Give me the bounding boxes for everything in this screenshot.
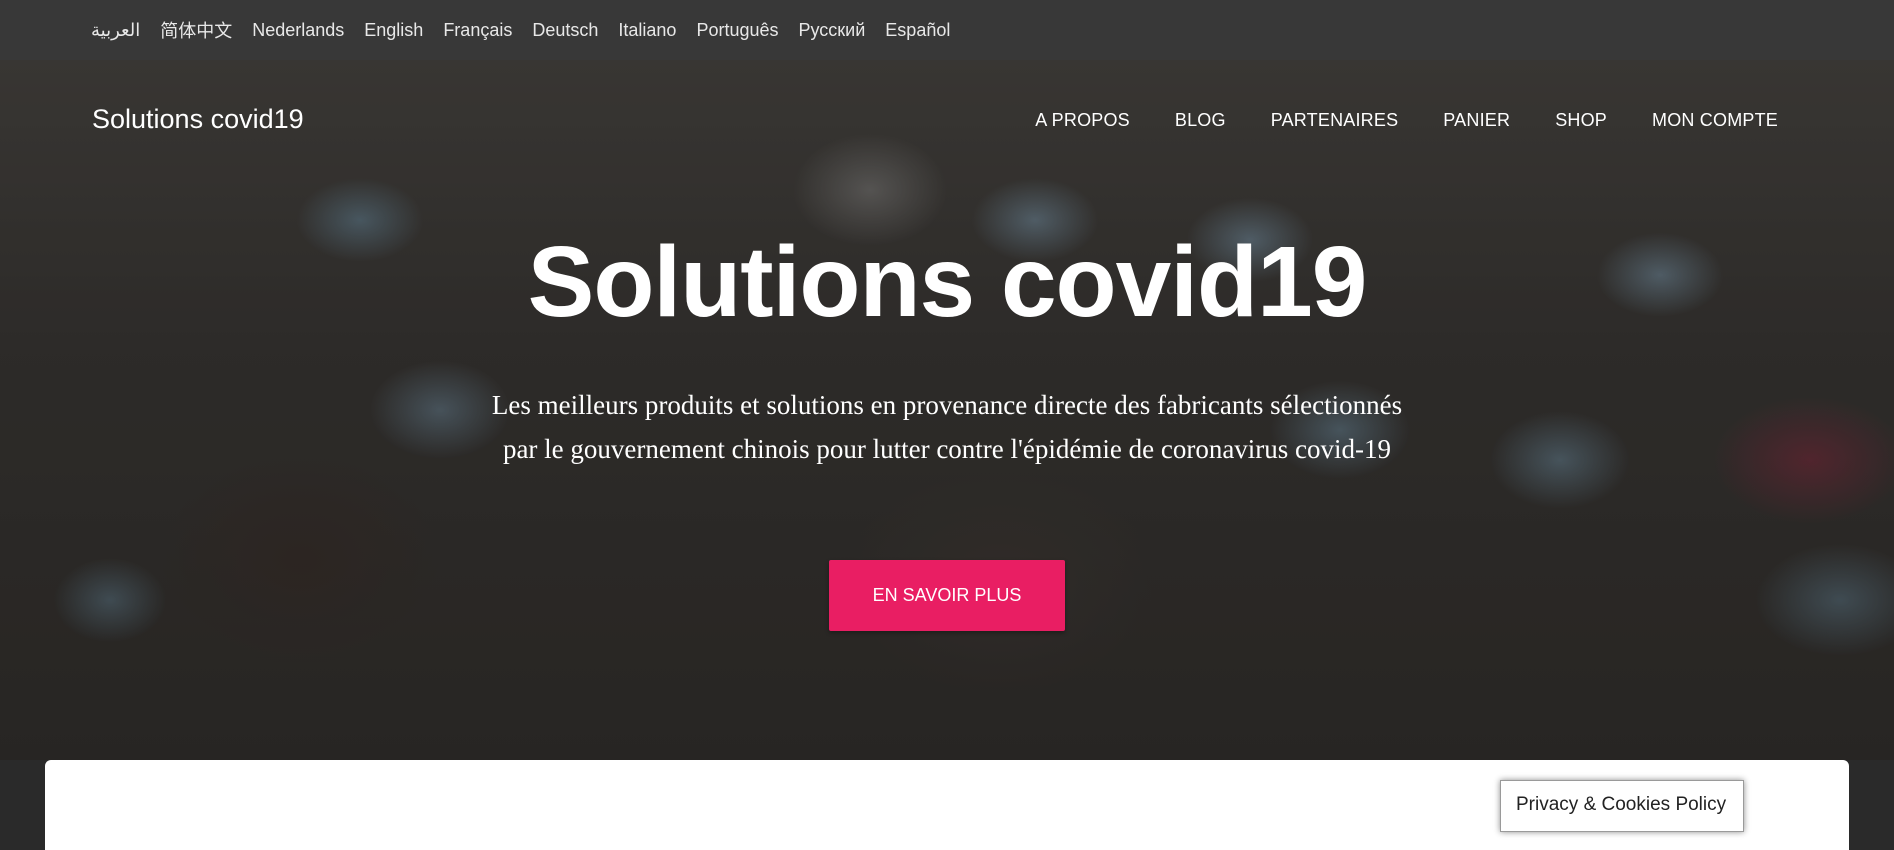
language-link-italian[interactable]: Italiano (618, 20, 676, 41)
language-link-dutch[interactable]: Nederlands (252, 20, 344, 41)
language-link-french[interactable]: Français (443, 20, 512, 41)
language-link-spanish[interactable]: Español (885, 20, 950, 41)
nav-item-blog[interactable]: BLOG (1175, 110, 1226, 131)
nav-item-mon-compte[interactable]: MON COMPTE (1652, 110, 1778, 131)
site-logo-text[interactable]: Solutions covid19 (92, 104, 304, 135)
nav-item-shop[interactable]: SHOP (1555, 110, 1607, 131)
language-link-chinese[interactable]: 简体中文 (160, 17, 232, 43)
language-link-arabic[interactable]: العربية (91, 20, 140, 41)
language-link-portuguese[interactable]: Português (696, 20, 778, 41)
language-bar: العربية 简体中文 Nederlands English Français… (0, 0, 1894, 60)
nav-item-partenaires[interactable]: PARTENAIRES (1271, 110, 1399, 131)
privacy-cookies-policy-button[interactable]: Privacy & Cookies Policy (1500, 780, 1744, 832)
learn-more-button[interactable]: EN SAVOIR PLUS (829, 560, 1065, 631)
hero-title: Solutions covid19 (527, 226, 1368, 338)
nav-item-a-propos[interactable]: A PROPOS (1035, 110, 1130, 131)
hero-subtitle-line-1: Les meilleurs produits et solutions en p… (491, 390, 1403, 420)
hero-subtitle: Les meilleurs produits et solutions en p… (397, 383, 1497, 471)
hero-subtitle-line-2: par le gouvernement chinois pour lutter … (502, 434, 1392, 464)
main-navigation: A PROPOS BLOG PARTENAIRES PANIER SHOP MO… (990, 110, 1778, 131)
language-link-russian[interactable]: Русский (799, 20, 866, 41)
language-link-english[interactable]: English (364, 20, 423, 41)
language-link-german[interactable]: Deutsch (532, 20, 598, 41)
nav-item-panier[interactable]: PANIER (1443, 110, 1510, 131)
